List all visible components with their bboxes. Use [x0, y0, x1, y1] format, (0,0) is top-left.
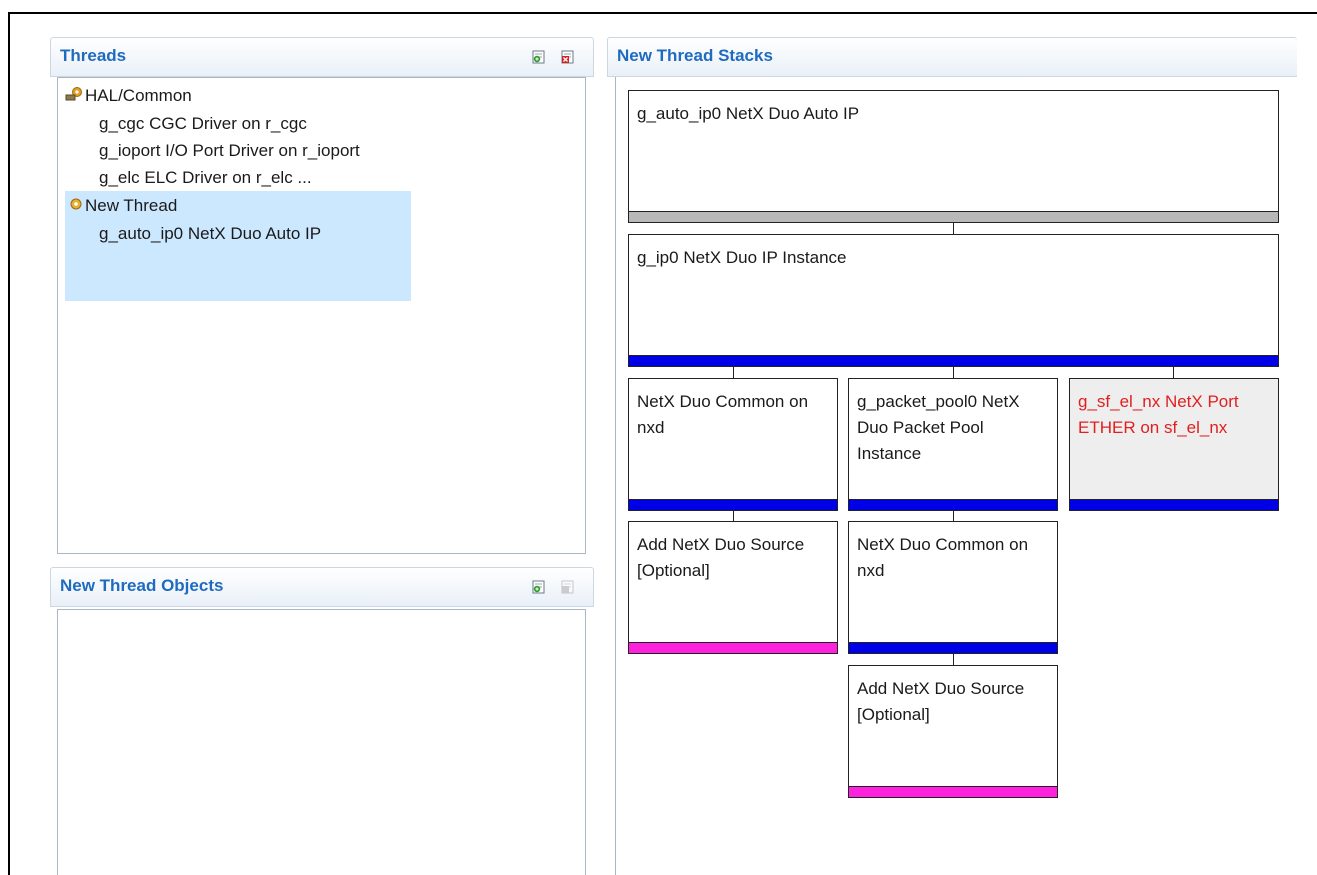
stack-box-label: g_packet_pool0 NetX Duo Packet Pool Inst…	[857, 392, 1020, 463]
stack-box-bar-blue	[629, 499, 837, 510]
objects-list[interactable]	[57, 609, 586, 875]
tree-item-label: g_elc ELC Driver on r_elc ...	[99, 168, 312, 187]
remove-thread-icon[interactable]	[561, 50, 575, 64]
tree-item-label: HAL/Common	[85, 86, 192, 105]
stack-box-label: NetX Duo Common on nxd	[857, 535, 1029, 580]
tree-item-g-elc[interactable]: g_elc ELC Driver on r_elc ...	[99, 168, 312, 188]
stack-box-ip-instance[interactable]: g_ip0 NetX Duo IP Instance	[628, 234, 1279, 367]
stack-box-netx-common[interactable]: NetX Duo Common on nxd	[628, 378, 838, 511]
connector-line	[1173, 366, 1174, 378]
stack-box-bar-blue	[629, 355, 1278, 366]
tree-item-new-thread[interactable]: New Thread	[69, 196, 177, 216]
stack-box-label: g_auto_ip0 NetX Duo Auto IP	[637, 104, 860, 123]
tree-item-label: g_cgc CGC Driver on r_cgc	[99, 114, 307, 133]
stack-box-bar-magenta	[849, 786, 1057, 797]
stack-box-bar-gray	[629, 211, 1278, 222]
thread-gear-icon	[69, 196, 85, 216]
stacks-panel-header: New Thread Stacks	[607, 37, 1297, 77]
stack-box-add-source[interactable]: Add NetX Duo Source [Optional]	[628, 521, 838, 654]
hal-gear-icon	[65, 86, 85, 107]
stack-box-label: Add NetX Duo Source [Optional]	[637, 535, 805, 580]
stack-box-packet-pool[interactable]: g_packet_pool0 NetX Duo Packet Pool Inst…	[848, 378, 1058, 511]
tree-item-g-auto-ip0[interactable]: g_auto_ip0 NetX Duo Auto IP	[99, 224, 321, 244]
add-thread-icon[interactable]	[532, 50, 546, 64]
tree-item-label: New Thread	[85, 196, 178, 215]
stack-box-add-source-2[interactable]: Add NetX Duo Source [Optional]	[848, 665, 1058, 798]
stack-box-sf-el-nx[interactable]: g_sf_el_nx NetX Port ETHER on sf_el_nx	[1069, 378, 1279, 511]
connector-line	[953, 222, 954, 234]
stack-box-bar-blue	[849, 499, 1057, 510]
remove-object-icon	[561, 580, 575, 594]
tree-item-label: g_auto_ip0 NetX Duo Auto IP	[99, 224, 322, 243]
stack-box-label: g_ip0 NetX Duo IP Instance	[637, 248, 847, 267]
tree-item-label: g_ioport I/O Port Driver on r_ioport	[99, 141, 360, 160]
stack-box-label-error: g_sf_el_nx NetX Port ETHER on sf_el_nx	[1078, 392, 1239, 437]
add-object-icon[interactable]	[532, 580, 546, 594]
tree-item-hal-common[interactable]: HAL/Common	[65, 86, 192, 107]
tree-item-g-ioport[interactable]: g_ioport I/O Port Driver on r_ioport	[99, 141, 360, 161]
threads-panel-title: Threads	[60, 46, 127, 65]
connector-line	[953, 366, 954, 378]
stack-box-auto-ip[interactable]: g_auto_ip0 NetX Duo Auto IP	[628, 90, 1279, 223]
stack-box-bar-blue	[1070, 499, 1278, 510]
stacks-panel-title: New Thread Stacks	[617, 46, 773, 65]
stack-box-bar-magenta	[629, 642, 837, 653]
tree-item-g-cgc[interactable]: g_cgc CGC Driver on r_cgc	[99, 114, 307, 134]
stack-box-netx-common-2[interactable]: NetX Duo Common on nxd	[848, 521, 1058, 654]
connector-line	[733, 366, 734, 378]
objects-panel-title: New Thread Objects	[60, 576, 224, 595]
threads-panel-header: Threads	[50, 37, 594, 77]
stack-box-bar-blue	[849, 642, 1057, 653]
stack-box-label: Add NetX Duo Source [Optional]	[857, 679, 1025, 724]
objects-panel-header: New Thread Objects	[50, 567, 594, 607]
stack-box-label: NetX Duo Common on nxd	[637, 392, 809, 437]
